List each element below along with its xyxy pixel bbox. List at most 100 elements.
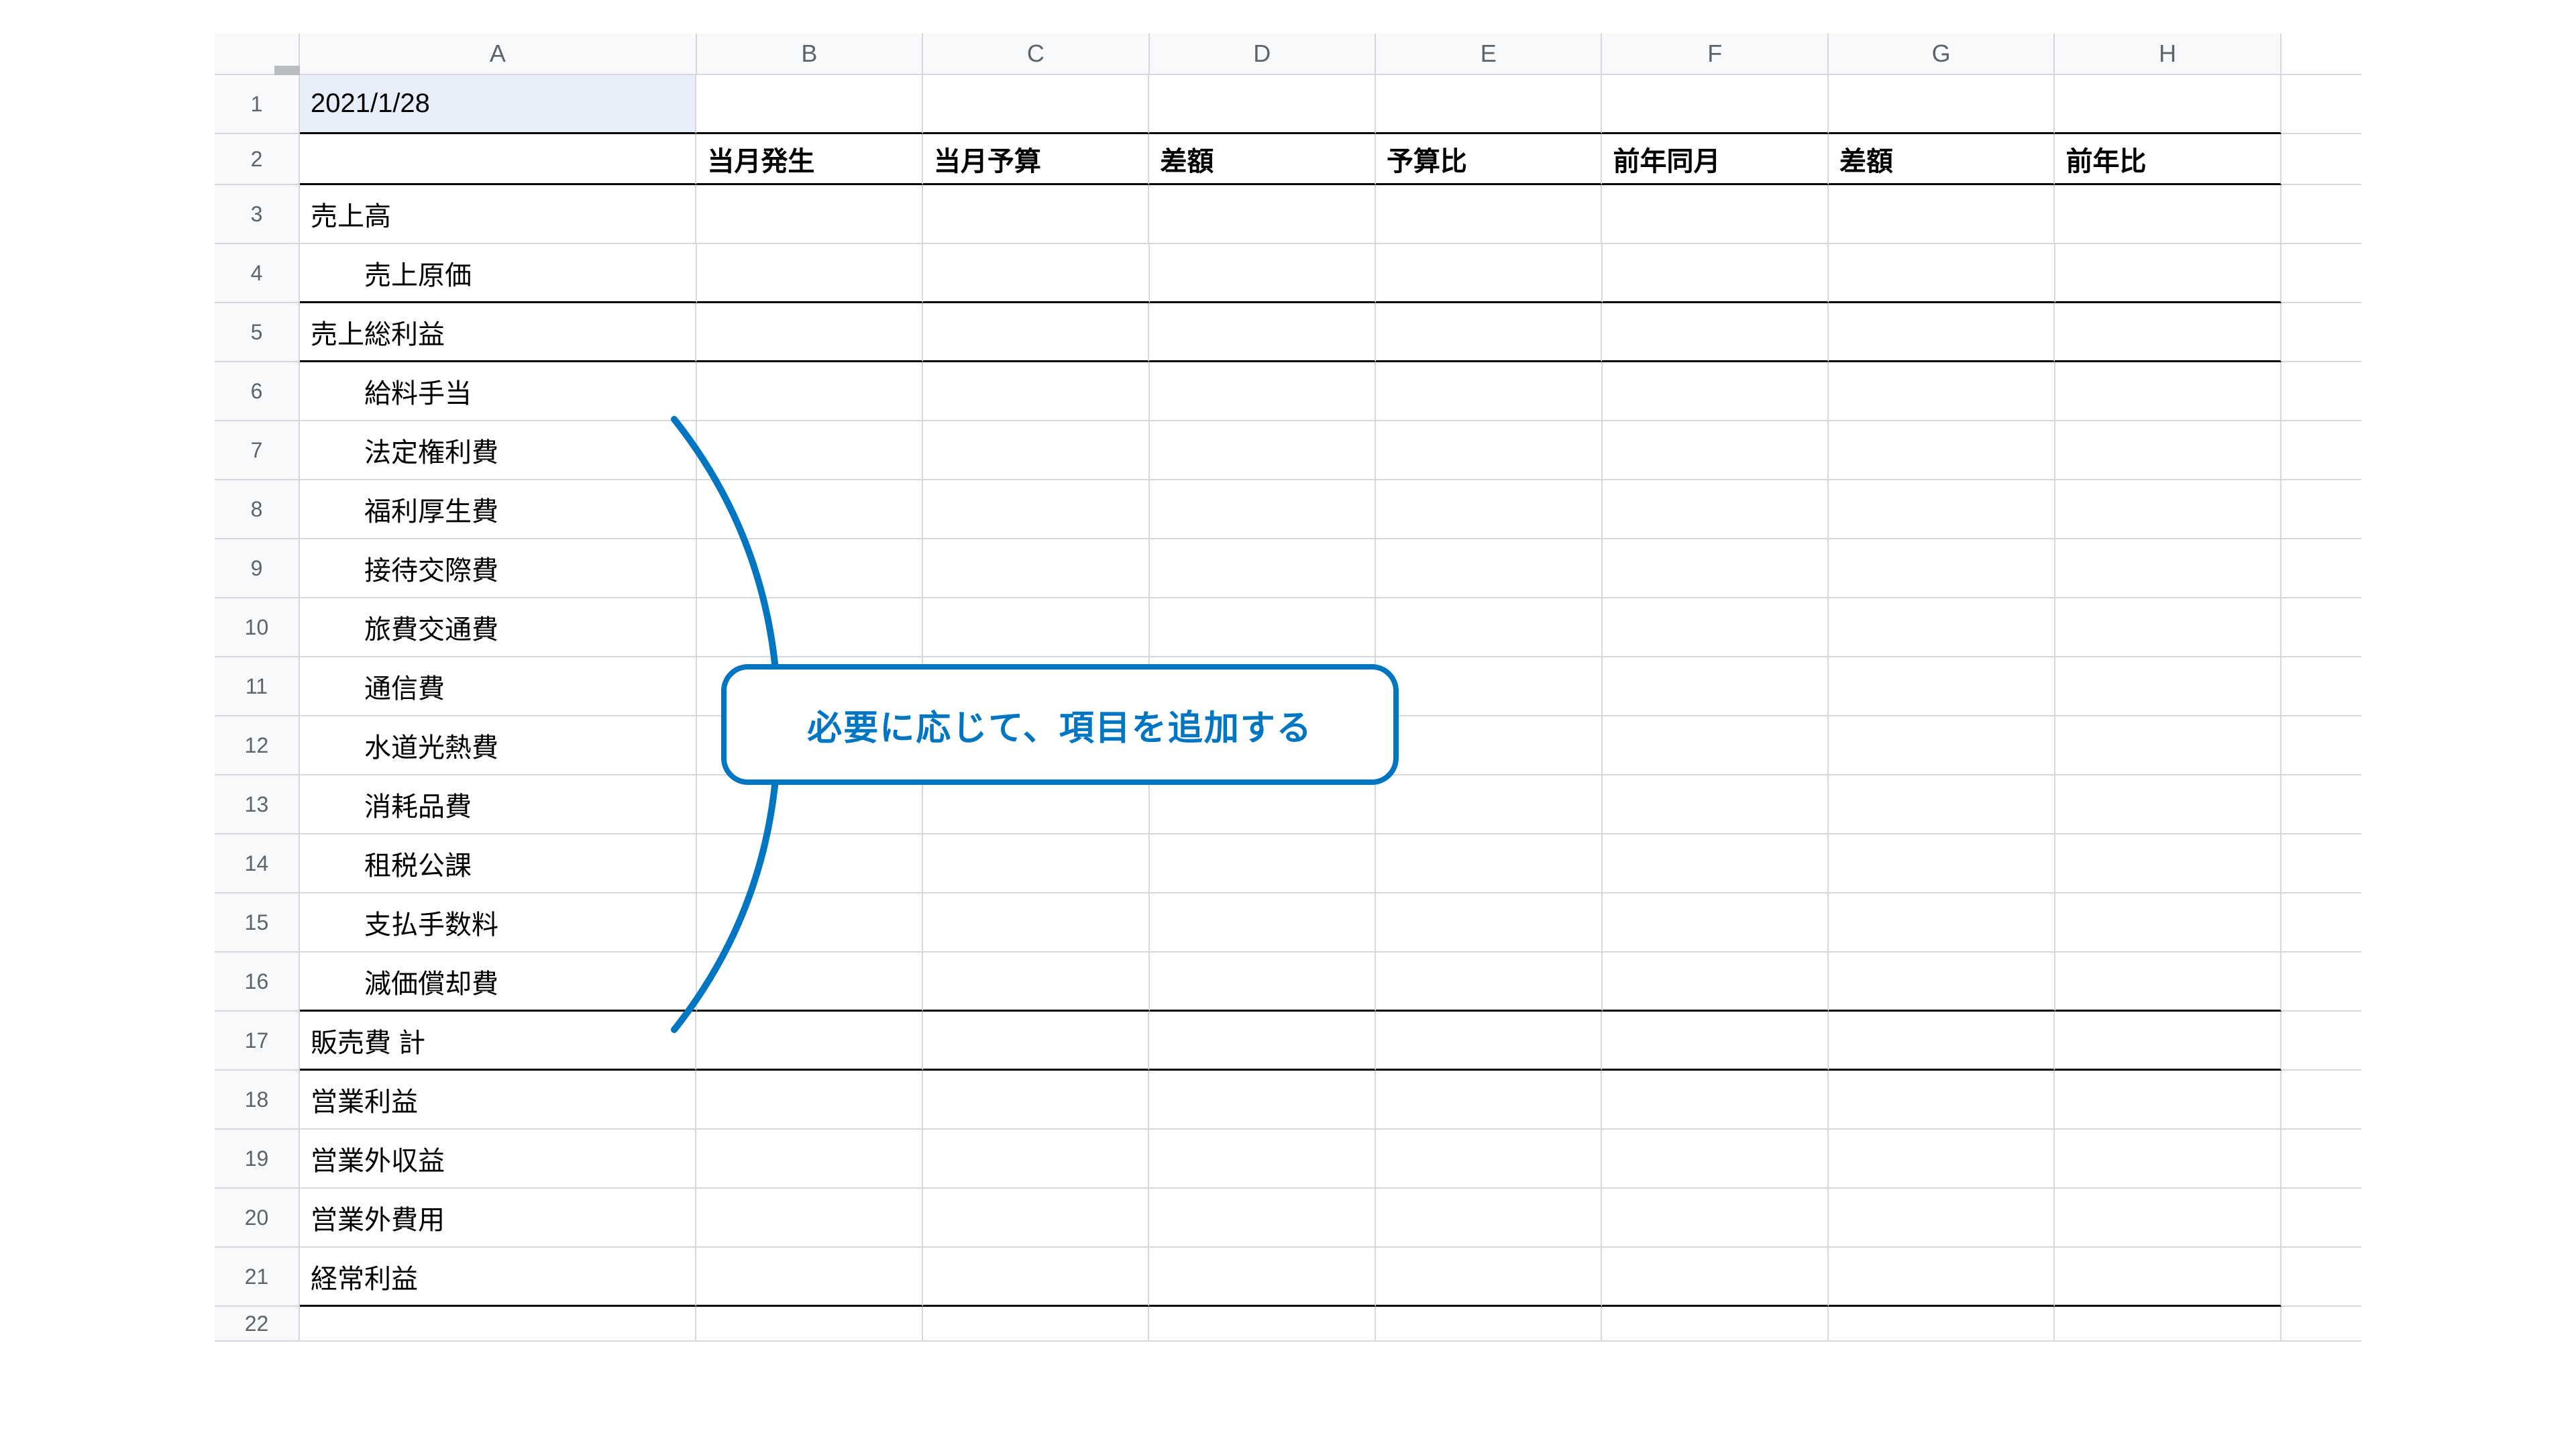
cell-A2[interactable] bbox=[300, 134, 696, 185]
cell-F8[interactable] bbox=[1603, 480, 1829, 539]
cell-F1[interactable] bbox=[1602, 75, 1829, 134]
cell-B21[interactable] bbox=[696, 1248, 923, 1307]
cell-D8[interactable] bbox=[1150, 480, 1376, 539]
cell-B4[interactable] bbox=[697, 244, 923, 303]
cell-D22[interactable] bbox=[1149, 1307, 1376, 1342]
cell-A20[interactable]: 営業外費用 bbox=[300, 1189, 696, 1248]
cell-E4[interactable] bbox=[1376, 244, 1602, 303]
cell-D16[interactable] bbox=[1150, 953, 1376, 1012]
row-header-8[interactable]: 8 bbox=[215, 480, 300, 539]
cell-G2[interactable]: 差額 bbox=[1829, 134, 2055, 185]
cell-F12[interactable] bbox=[1603, 716, 1829, 775]
row-header-6[interactable]: 6 bbox=[215, 362, 300, 421]
cell-C5[interactable] bbox=[923, 303, 1150, 362]
cell-A12[interactable]: 水道光熱費 bbox=[300, 716, 697, 775]
cell-B9[interactable] bbox=[697, 539, 923, 598]
cell-B19[interactable] bbox=[696, 1130, 923, 1189]
cell-D5[interactable] bbox=[1149, 303, 1376, 362]
cell-C17[interactable] bbox=[923, 1012, 1150, 1071]
row-header-20[interactable]: 20 bbox=[215, 1189, 300, 1248]
cell-A21[interactable]: 経常利益 bbox=[300, 1248, 696, 1307]
cell-D6[interactable] bbox=[1150, 362, 1376, 421]
column-header-C[interactable]: C bbox=[923, 34, 1149, 75]
cell-A3[interactable]: 売上高 bbox=[300, 185, 696, 244]
cell-E15[interactable] bbox=[1376, 894, 1602, 953]
cell-H20[interactable] bbox=[2055, 1189, 2282, 1248]
cell-C18[interactable] bbox=[923, 1071, 1150, 1130]
cell-B17[interactable] bbox=[696, 1012, 923, 1071]
cell-F4[interactable] bbox=[1603, 244, 1829, 303]
cell-G8[interactable] bbox=[1829, 480, 2055, 539]
cell-G1[interactable] bbox=[1829, 75, 2055, 134]
cell-H1[interactable] bbox=[2055, 75, 2282, 134]
cell-G15[interactable] bbox=[1829, 894, 2055, 953]
cell-G5[interactable] bbox=[1829, 303, 2055, 362]
cell-F19[interactable] bbox=[1602, 1130, 1829, 1189]
cell-E5[interactable] bbox=[1376, 303, 1603, 362]
cell-E11[interactable] bbox=[1376, 657, 1602, 716]
cell-C15[interactable] bbox=[923, 894, 1149, 953]
row-header-14[interactable]: 14 bbox=[215, 835, 300, 894]
cell-G6[interactable] bbox=[1829, 362, 2055, 421]
cell-H12[interactable] bbox=[2055, 716, 2282, 775]
row-header-19[interactable]: 19 bbox=[215, 1130, 300, 1189]
cell-A18[interactable]: 営業利益 bbox=[300, 1071, 696, 1130]
cell-F16[interactable] bbox=[1603, 953, 1829, 1012]
cell-F7[interactable] bbox=[1603, 421, 1829, 480]
cell-B16[interactable] bbox=[697, 953, 923, 1012]
cell-G22[interactable] bbox=[1829, 1307, 2055, 1342]
column-header-H[interactable]: H bbox=[2055, 34, 2281, 75]
row-header-9[interactable]: 9 bbox=[215, 539, 300, 598]
cell-H16[interactable] bbox=[2055, 953, 2282, 1012]
column-header-E[interactable]: E bbox=[1376, 34, 1602, 75]
cell-E3[interactable] bbox=[1376, 185, 1603, 244]
cell-F15[interactable] bbox=[1603, 894, 1829, 953]
cell-E7[interactable] bbox=[1376, 421, 1602, 480]
cell-C22[interactable] bbox=[923, 1307, 1150, 1342]
cell-E12[interactable] bbox=[1376, 716, 1602, 775]
cell-G9[interactable] bbox=[1829, 539, 2055, 598]
cell-B15[interactable] bbox=[697, 894, 923, 953]
row-header-12[interactable]: 12 bbox=[215, 716, 300, 775]
cell-H21[interactable] bbox=[2055, 1248, 2282, 1307]
cell-E10[interactable] bbox=[1376, 598, 1602, 657]
cell-D20[interactable] bbox=[1149, 1189, 1376, 1248]
row-header-22[interactable]: 22 bbox=[215, 1307, 300, 1342]
cell-H4[interactable] bbox=[2055, 244, 2282, 303]
row-header-5[interactable]: 5 bbox=[215, 303, 300, 362]
cell-C7[interactable] bbox=[923, 421, 1149, 480]
cell-A5[interactable]: 売上総利益 bbox=[300, 303, 696, 362]
cell-G14[interactable] bbox=[1829, 835, 2055, 894]
cell-A8[interactable]: 福利厚生費 bbox=[300, 480, 697, 539]
cell-B8[interactable] bbox=[697, 480, 923, 539]
cell-D2[interactable]: 差額 bbox=[1149, 134, 1376, 185]
cell-C2[interactable]: 当月予算 bbox=[923, 134, 1150, 185]
cell-H18[interactable] bbox=[2055, 1071, 2282, 1130]
cell-H7[interactable] bbox=[2055, 421, 2282, 480]
cell-C3[interactable] bbox=[923, 185, 1150, 244]
cell-F6[interactable] bbox=[1603, 362, 1829, 421]
cell-H10[interactable] bbox=[2055, 598, 2282, 657]
cell-H22[interactable] bbox=[2055, 1307, 2282, 1342]
cell-D17[interactable] bbox=[1149, 1012, 1376, 1071]
row-header-15[interactable]: 15 bbox=[215, 894, 300, 953]
column-header-F[interactable]: F bbox=[1602, 34, 1828, 75]
cell-F3[interactable] bbox=[1602, 185, 1829, 244]
cell-H5[interactable] bbox=[2055, 303, 2282, 362]
cell-E2[interactable]: 予算比 bbox=[1376, 134, 1603, 185]
cell-B3[interactable] bbox=[696, 185, 923, 244]
cell-A14[interactable]: 租税公課 bbox=[300, 835, 697, 894]
cell-F13[interactable] bbox=[1603, 775, 1829, 835]
cell-D21[interactable] bbox=[1149, 1248, 1376, 1307]
cell-C4[interactable] bbox=[923, 244, 1149, 303]
cell-E17[interactable] bbox=[1376, 1012, 1603, 1071]
cell-A9[interactable]: 接待交際費 bbox=[300, 539, 697, 598]
cell-F21[interactable] bbox=[1602, 1248, 1829, 1307]
cell-D18[interactable] bbox=[1149, 1071, 1376, 1130]
cell-E20[interactable] bbox=[1376, 1189, 1603, 1248]
cell-G13[interactable] bbox=[1829, 775, 2055, 835]
cell-G7[interactable] bbox=[1829, 421, 2055, 480]
cell-A7[interactable]: 法定権利費 bbox=[300, 421, 697, 480]
row-header-2[interactable]: 2 bbox=[215, 134, 300, 185]
cell-G4[interactable] bbox=[1829, 244, 2055, 303]
